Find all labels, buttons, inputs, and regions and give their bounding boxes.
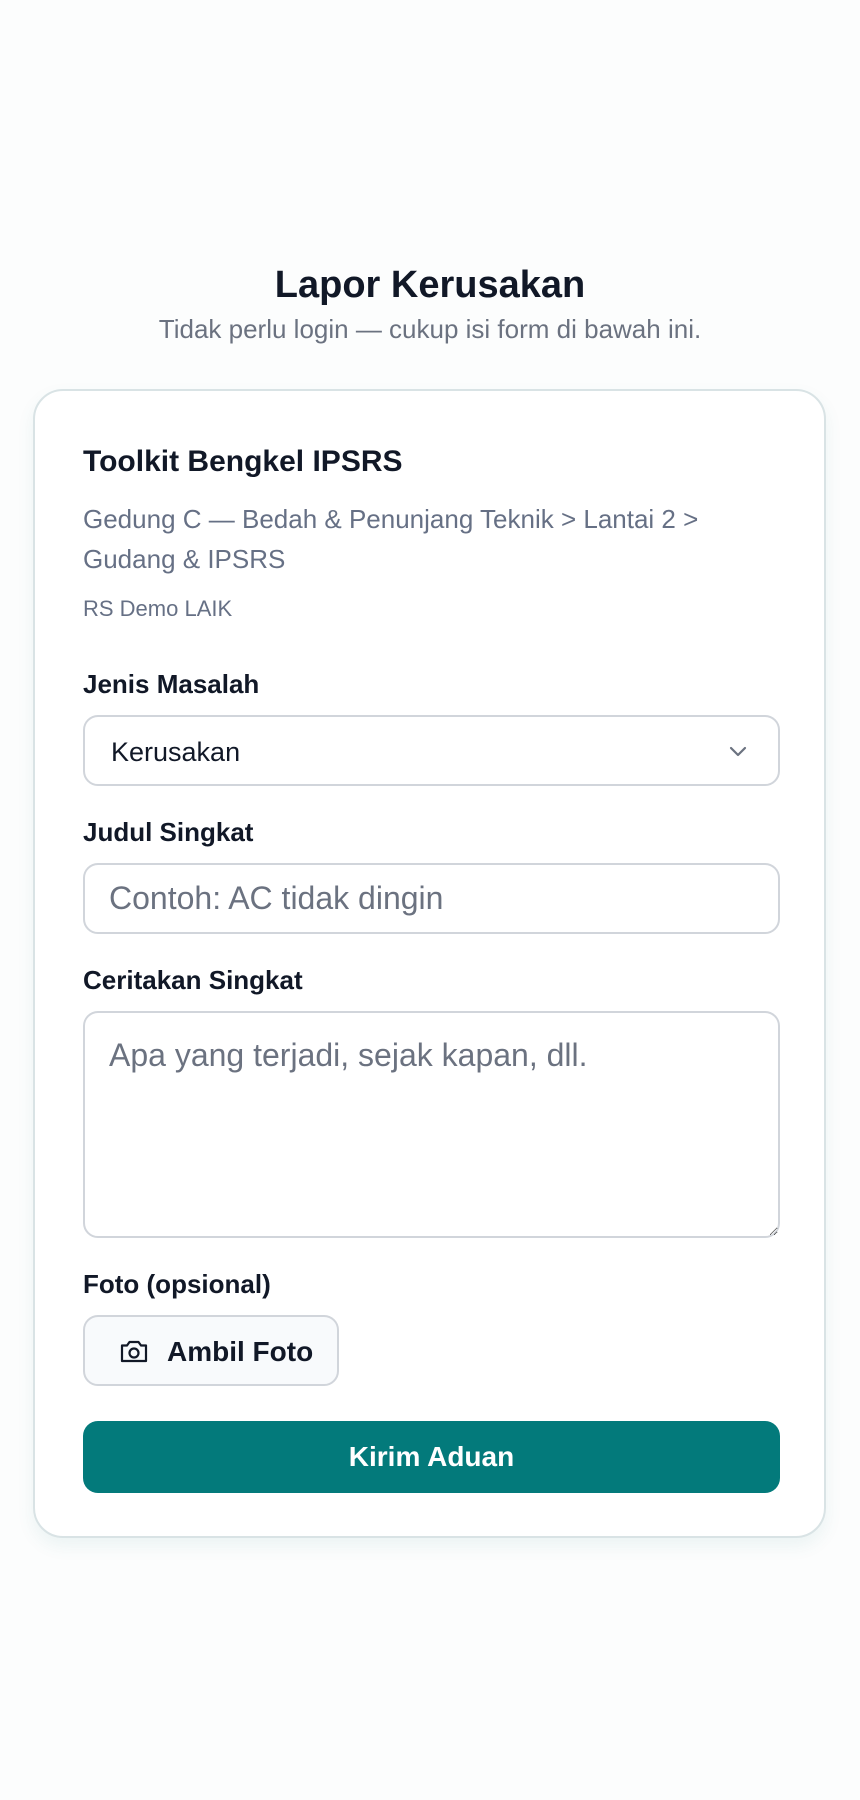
issue-type-select[interactable]: Kerusakan	[83, 715, 780, 786]
submit-report-button[interactable]: Kirim Aduan	[83, 1421, 780, 1493]
report-form-card: Toolkit Bengkel IPSRS Gedung C — Bedah &…	[33, 389, 826, 1538]
short-title-input[interactable]	[83, 863, 780, 934]
short-title-label: Judul Singkat	[83, 817, 254, 847]
photo-label: Foto (opsional)	[83, 1269, 271, 1299]
report-page: Lapor Kerusakan Tidak perlu login — cuku…	[0, 0, 860, 1800]
asset-name: Toolkit Bengkel IPSRS	[83, 445, 403, 478]
issue-type-label: Jenis Masalah	[83, 669, 260, 699]
asset-location: Gedung C — Bedah & Penunjang Teknik > La…	[83, 504, 699, 574]
page-header: Lapor Kerusakan Tidak perlu login — cuku…	[0, 262, 860, 346]
take-photo-button[interactable]: Ambil Foto	[83, 1315, 339, 1386]
issue-type-selected-value: Kerusakan	[111, 737, 241, 767]
description-label: Ceritakan Singkat	[83, 965, 303, 995]
description-textarea[interactable]	[83, 1011, 780, 1238]
camera-icon	[120, 1340, 148, 1363]
page-title: Lapor Kerusakan	[274, 264, 586, 306]
chevron-down-icon	[729, 746, 747, 757]
page-subtitle: Tidak perlu login — cukup isi form di ba…	[158, 314, 702, 344]
take-photo-label: Ambil Foto	[167, 1336, 314, 1367]
asset-organization: RS Demo LAIK	[83, 596, 233, 621]
